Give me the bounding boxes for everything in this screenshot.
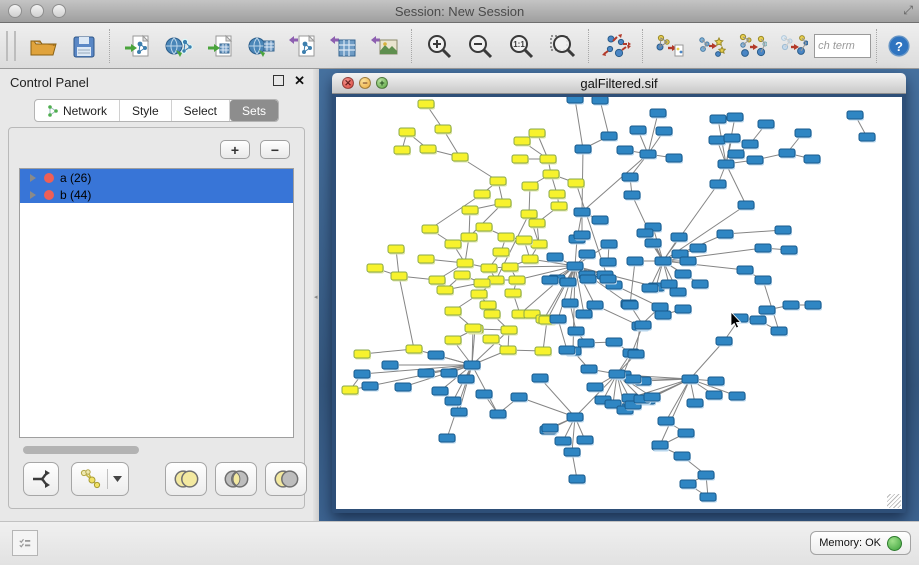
main-toolbar: 1:1 ch term ? [0,23,919,69]
memory-status-button[interactable]: Memory: OK [810,531,911,555]
set-row[interactable]: a (26) [20,169,293,186]
apply-layout-button[interactable] [595,27,636,65]
venn-intersection-icon [222,469,250,489]
save-session-button[interactable] [63,27,104,65]
magnifier-plus-icon [424,32,454,60]
globe-table-icon [246,32,276,60]
frame-resize-grip[interactable] [887,494,901,508]
app-titlebar: Session: New Session ⤢ [0,0,919,23]
import-table-file-button[interactable] [199,27,240,65]
export-table-button[interactable] [323,27,364,65]
new-network-from-selection-button[interactable] [649,27,690,65]
table-purple-arrow-icon [329,32,359,60]
tab-network[interactable]: Network [35,100,120,121]
import-network-file-button[interactable] [116,27,157,65]
memory-ok-icon [887,536,902,551]
network-frame[interactable]: ✕ − + galFiltered.sif [332,73,906,513]
app-title: Session: New Session [0,4,919,19]
help-button[interactable]: ? [883,27,915,65]
control-panel: Control Panel ✕ NetworkStyleSelectSets +… [0,69,313,521]
set-color-icon [44,173,54,183]
tab-style[interactable]: Style [120,100,172,121]
difference-button[interactable] [265,462,307,496]
remove-set-button[interactable]: − [260,140,290,159]
export-network-button[interactable] [282,27,323,65]
magnifier-1-1-icon: 1:1 [506,32,536,60]
network-frame-titlebar[interactable]: ✕ − + galFiltered.sif [332,73,906,94]
split-arrows-button[interactable] [23,462,59,496]
open-session-button[interactable] [22,27,63,65]
folder-icon [27,32,57,60]
doc-network-purple-arrow-icon [288,32,318,60]
network-desktop: ✕ − + galFiltered.sif [319,69,919,521]
intersection-button[interactable] [215,462,257,496]
network-stars-icon [696,32,726,60]
zoom-in-button[interactable] [418,27,459,65]
search-input[interactable]: ch term [814,34,871,58]
help-icon: ? [887,34,911,58]
export-image-button[interactable] [365,27,406,65]
network-frame-title: galFiltered.sif [332,76,906,91]
float-panel-icon[interactable] [273,75,284,86]
tab-sets[interactable]: Sets [230,100,278,121]
new-network-selected-edges-button[interactable] [690,27,731,65]
svg-text:1:1: 1:1 [514,40,526,49]
add-set-button[interactable]: + [220,140,250,159]
floppy-icon [69,32,99,60]
set-label: b (44) [60,188,91,202]
image-purple-arrow-icon [370,32,400,60]
yellow-network-icon [78,468,102,490]
set-label: a (26) [60,171,91,185]
doc-network-green-arrow-icon [122,32,152,60]
zoom-actual-button[interactable]: 1:1 [501,27,542,65]
close-panel-icon[interactable]: ✕ [294,76,305,85]
union-button[interactable] [165,462,207,496]
control-panel-title: Control Panel [10,75,89,90]
magnifier-selection-icon [548,32,578,60]
expand-arrow-icon[interactable] [30,191,36,199]
venn-union-icon [172,469,200,489]
split-arrows-icon [30,468,52,490]
expand-arrow-icon[interactable] [30,174,36,182]
zoom-out-button[interactable] [459,27,500,65]
globe-network-icon [163,32,193,60]
network-arrow-network-icon [737,32,767,60]
extract-network-dropdown-button[interactable] [71,462,129,496]
import-network-url-button[interactable] [158,27,199,65]
network-canvas[interactable] [336,97,902,509]
network-to-file-icon [654,32,684,60]
expand-selection-button[interactable] [773,27,814,65]
tab-select[interactable]: Select [172,100,230,121]
sets-panel: + − a (26) b (44) [8,127,305,509]
fullscreen-arrows-icon[interactable]: ⤢ [903,3,913,18]
venn-difference-icon [272,469,300,489]
svg-text:?: ? [895,39,903,54]
sets-horizontal-scrollbar[interactable] [19,444,294,456]
zoom-selected-button[interactable] [542,27,583,65]
doc-table-green-arrow-icon [205,32,235,60]
first-neighbors-button[interactable] [731,27,772,65]
task-list-icon [19,536,31,550]
sets-list: a (26) b (44) [19,168,294,438]
nodes-red-arrows-icon [601,32,631,60]
panel-tabs: NetworkStyleSelectSets [34,99,279,122]
network-tab-icon [47,105,59,117]
memory-label: Memory: OK [819,537,881,549]
import-table-url-button[interactable] [240,27,281,65]
task-monitor-button[interactable] [12,530,38,556]
set-row[interactable]: b (44) [20,186,293,203]
toolbar-grip[interactable] [6,31,16,61]
faded-network-arrow-icon [778,32,808,60]
network-graph [336,97,902,509]
dropdown-arrow-icon [113,476,122,482]
statusbar: Memory: OK [0,521,919,565]
magnifier-minus-icon [465,32,495,60]
set-color-icon [44,190,54,200]
